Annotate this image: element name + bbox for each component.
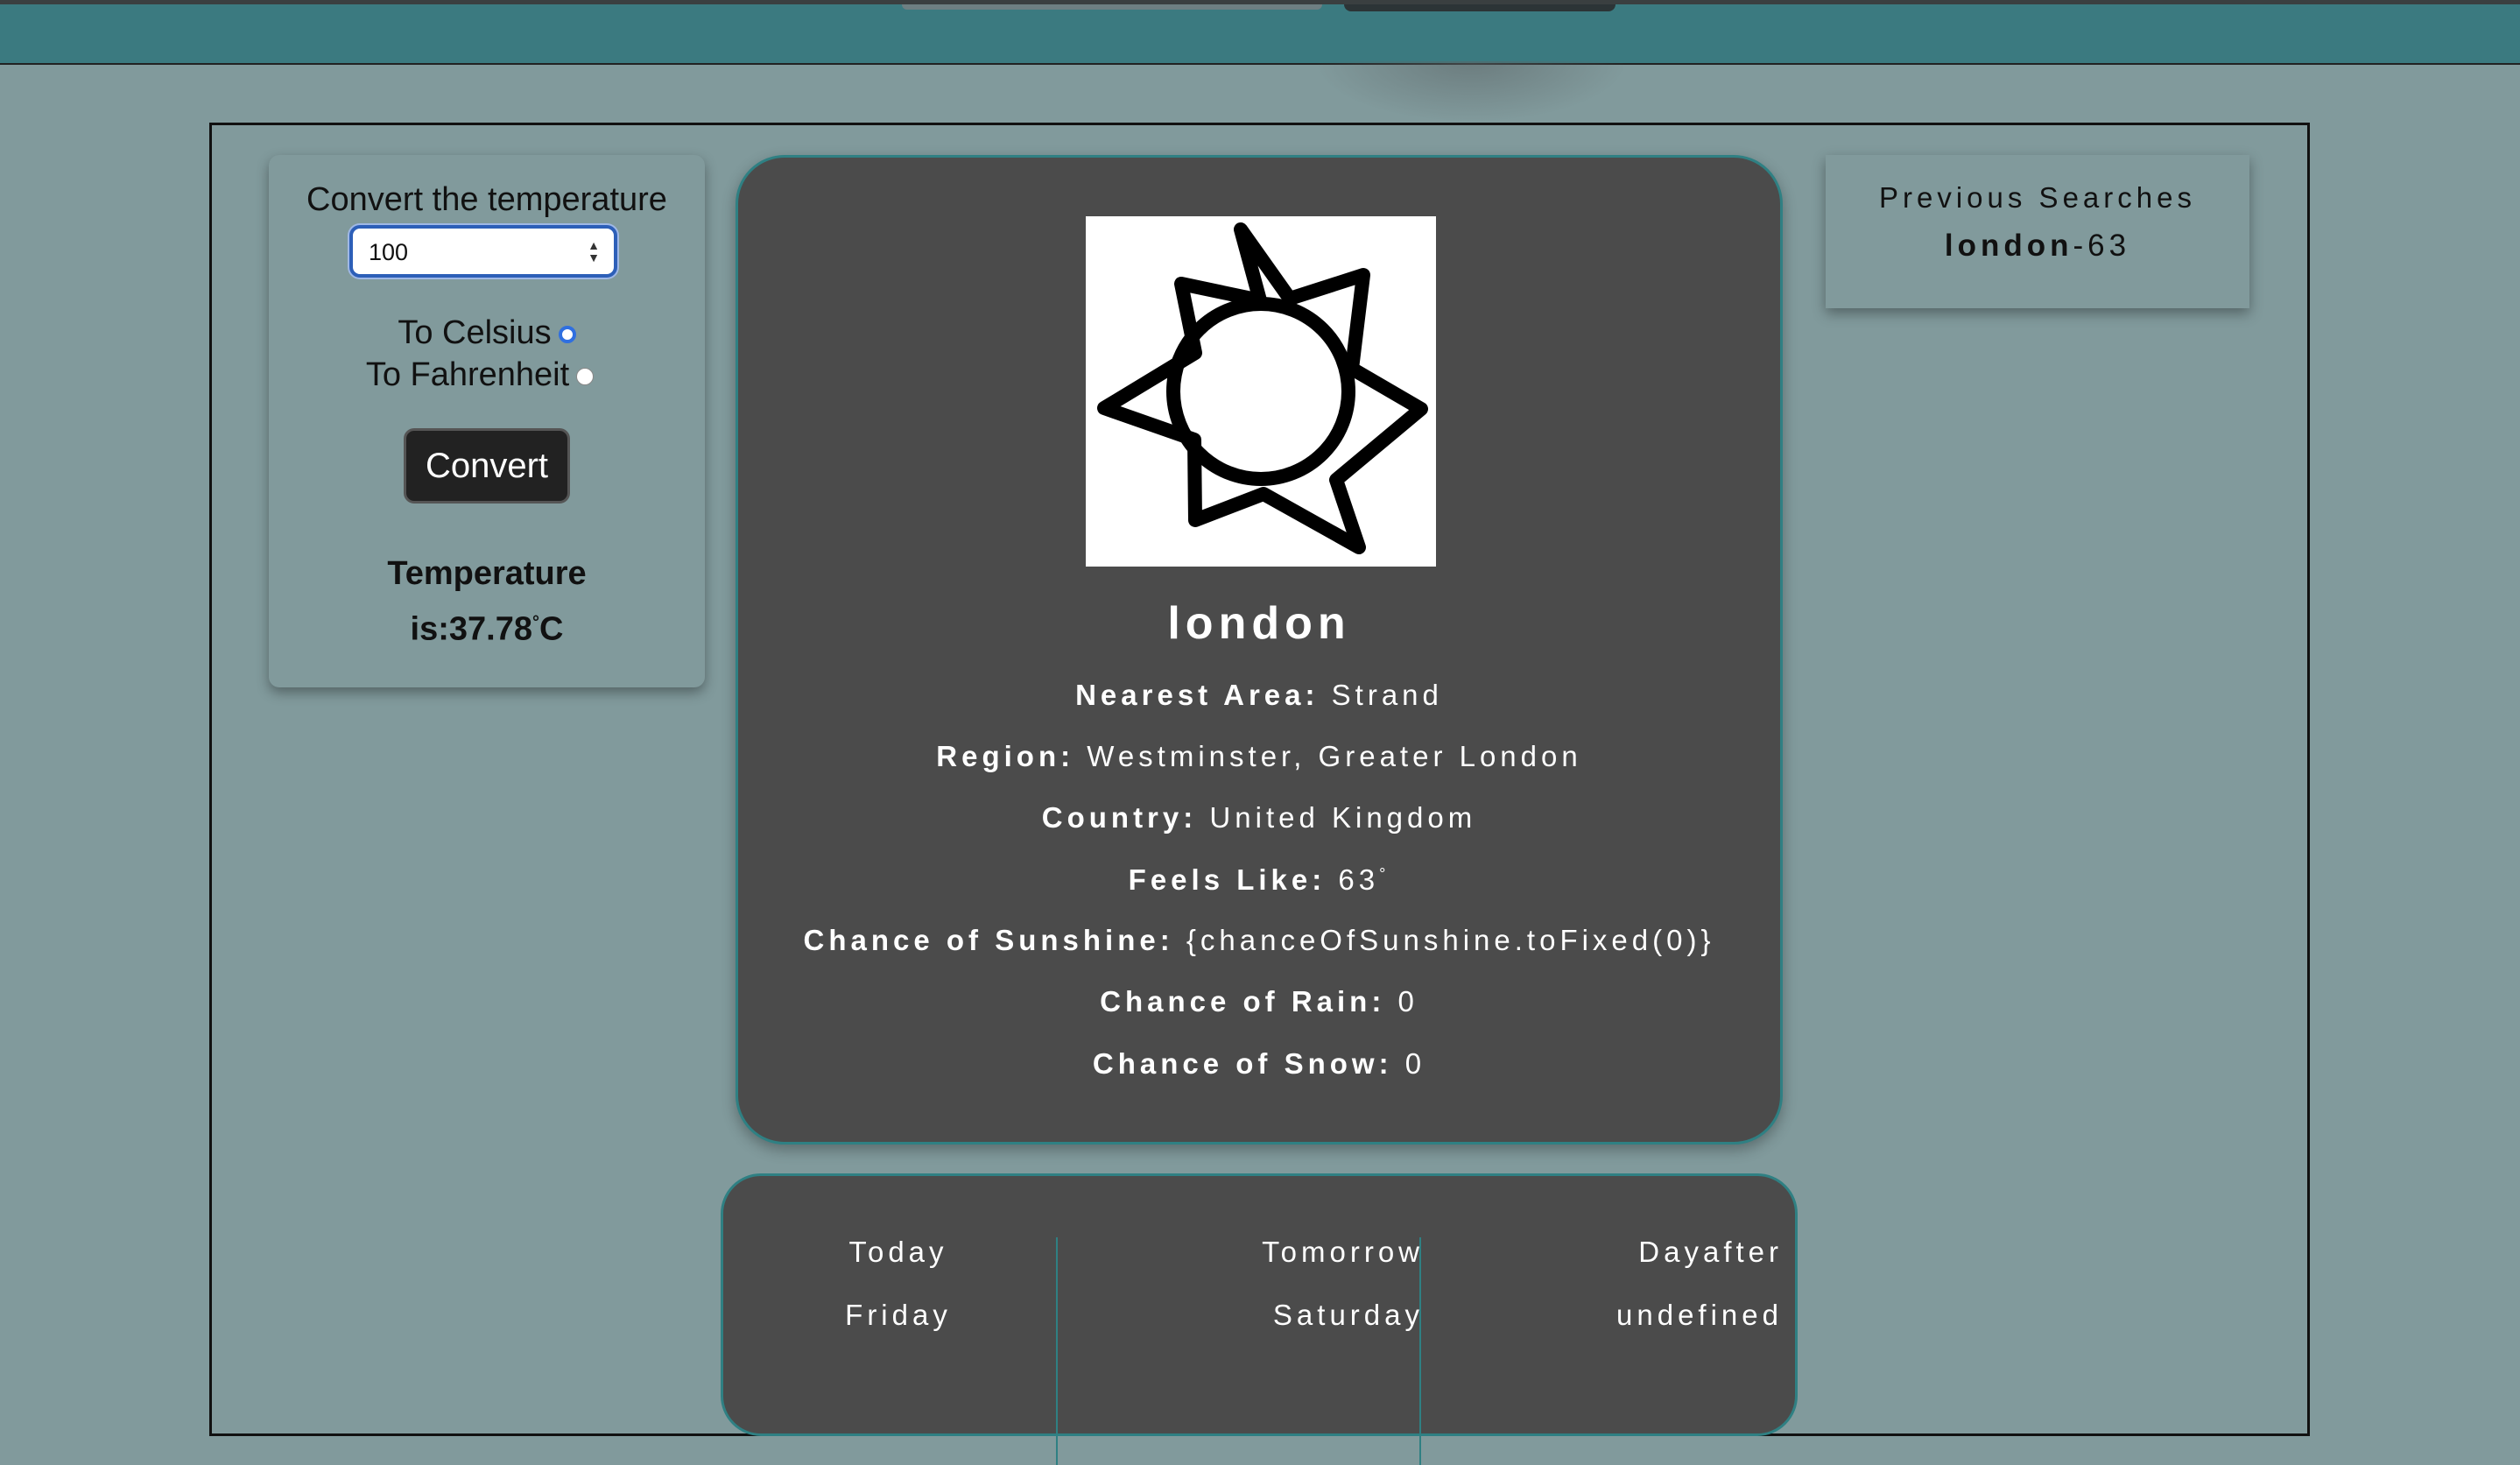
convert-button[interactable]: Convert <box>404 428 570 504</box>
conversion-result: Temperature is:37.78°C <box>269 549 705 654</box>
forecast-divider <box>1419 1237 1421 1465</box>
rain-label: Chance of Rain: <box>1100 985 1386 1018</box>
sunshine-label: Chance of Sunshine: <box>803 924 1174 956</box>
region-value: Westminster, Greater London <box>1087 740 1582 772</box>
weather-card: london Nearest Area: Strand Region: West… <box>736 155 1783 1145</box>
previous-search-item[interactable]: london-63 <box>1826 229 2249 264</box>
forecast-label: Today <box>848 1236 948 1268</box>
number-stepper-icon[interactable]: ▲ ▼ <box>588 239 600 264</box>
option-celsius-label: To Celsius <box>398 314 552 351</box>
chance-of-rain: Chance of Rain: 0 <box>738 985 1780 1018</box>
forecast-day-tomorrow: Tomorrow Saturday <box>1091 1236 1424 1362</box>
result-line1: Temperature <box>387 555 587 592</box>
forecast-panel: Today Friday Tomorrow Saturday Dayafter … <box>721 1173 1798 1465</box>
country: Country: United Kingdom <box>738 801 1780 835</box>
browser-tab-active[interactable] <box>1344 4 1615 11</box>
option-fahrenheit-label: To Fahrenheit <box>365 356 570 393</box>
sunshine-value: {chanceOfSunshine.toFixed(0)} <box>1186 924 1715 956</box>
previous-search-city[interactable]: london <box>1945 229 2073 263</box>
celsius-radio[interactable] <box>558 325 576 343</box>
topbar-shadow <box>1313 61 1629 123</box>
rain-value: 0 <box>1397 985 1418 1018</box>
option-celsius-row[interactable]: To Celsius <box>269 314 705 352</box>
snow-label: Chance of Snow: <box>1092 1047 1393 1080</box>
nearest-area-value: Strand <box>1331 679 1443 711</box>
temperature-input-value: 100 <box>369 239 409 265</box>
previous-searches: Previous Searches london-63 <box>1826 155 2249 308</box>
region: Region: Westminster, Greater London <box>738 740 1780 773</box>
browser-tab[interactable] <box>902 4 1322 10</box>
forecast-label: Tomorrow <box>1262 1236 1424 1268</box>
forecast-day: Friday <box>845 1299 952 1331</box>
option-fahrenheit-row[interactable]: To Fahrenheit <box>262 356 698 394</box>
nearest-area-label: Nearest Area: <box>1075 679 1320 711</box>
country-value: United Kingdom <box>1209 801 1477 834</box>
result-line2: is:37.78 <box>410 610 532 648</box>
city-name: london <box>1167 598 1351 649</box>
result-unit: C <box>539 610 564 648</box>
temperature-input[interactable]: 100 ▲ ▼ <box>349 225 617 278</box>
feels-like: Feels Like: 63° <box>738 863 1780 897</box>
forecast-label: Dayafter <box>1638 1236 1783 1268</box>
chance-of-sunshine: Chance of Sunshine: {chanceOfSunshine.to… <box>738 924 1780 957</box>
region-label: Region: <box>936 740 1075 772</box>
result-degree: ° <box>532 613 539 632</box>
nearest-area: Nearest Area: Strand <box>738 679 1780 712</box>
temperature-converter: Convert the temperature 100 ▲ ▼ To Celsiu… <box>269 155 705 687</box>
feels-like-degree: ° <box>1379 865 1390 883</box>
forecast-day: Saturday <box>1272 1299 1424 1331</box>
forecast-divider <box>1056 1237 1058 1465</box>
forecast-day: undefined <box>1616 1299 1783 1331</box>
sun-icon <box>1086 216 1436 567</box>
converter-title: Convert the temperature <box>306 181 667 218</box>
forecast-day-dayafter: Dayafter undefined <box>1441 1236 1783 1362</box>
country-label: Country: <box>1041 801 1198 834</box>
previous-searches-title: Previous Searches <box>1879 181 2196 214</box>
feels-like-label: Feels Like: <box>1128 863 1327 896</box>
previous-search-temp: -63 <box>2073 229 2131 263</box>
snow-value: 0 <box>1404 1047 1426 1080</box>
browser-top-bar <box>0 0 2520 65</box>
feels-like-value: 63 <box>1338 863 1380 896</box>
chance-of-snow: Chance of Snow: 0 <box>738 1047 1780 1081</box>
forecast-day-today: Today Friday <box>767 1236 1030 1362</box>
fahrenheit-radio[interactable] <box>576 367 595 385</box>
